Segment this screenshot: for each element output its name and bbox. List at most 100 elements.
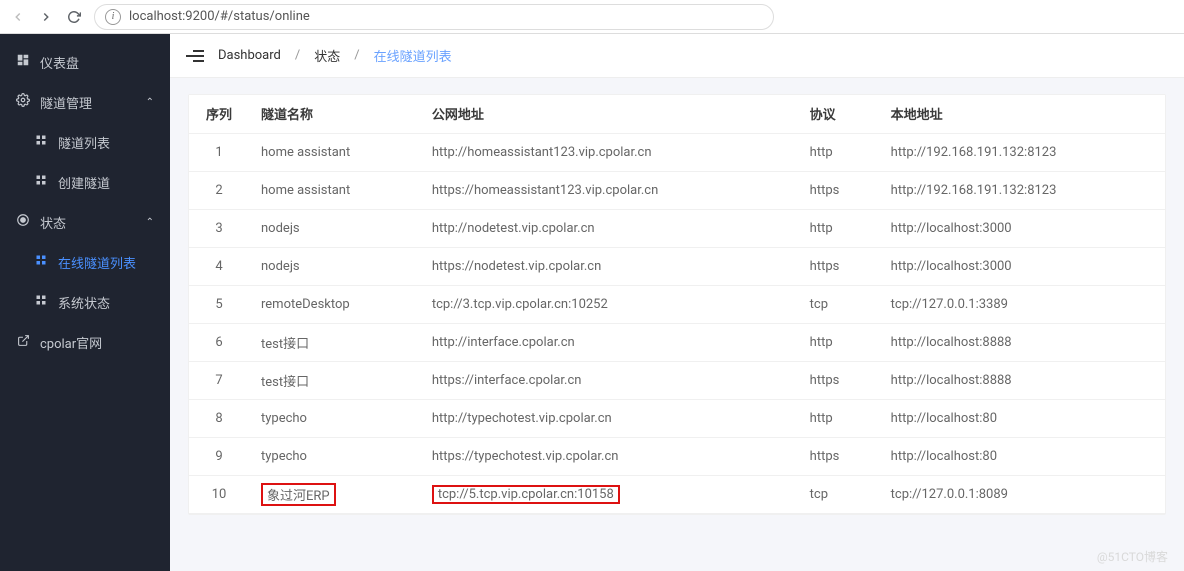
cell-url: tcp://5.tcp.vip.cpolar.cn:10158 [420,475,798,513]
browser-toolbar: i localhost:9200/#/status/online [0,0,1184,34]
cell-local: http://localhost:8888 [879,361,1165,399]
col-proto: 协议 [798,95,879,133]
sidebar-item-label: cpolar官网 [40,333,102,352]
cell-seq: 3 [189,209,249,247]
grid-icon [34,134,48,150]
chevron-up-icon: ⌃ [146,97,154,108]
cell-local: tcp://127.0.0.1:8089 [879,475,1165,513]
cell-name: nodejs [249,247,420,285]
back-icon[interactable] [10,9,26,25]
sidebar-item-label: 隧道列表 [58,133,110,152]
grid-icon [34,174,48,190]
table-row: 5remoteDesktoptcp://3.tcp.vip.cpolar.cn:… [189,285,1165,323]
cell-name: home assistant [249,133,420,171]
breadcrumb-sep: / [354,48,359,63]
cell-local: http://localhost:80 [879,399,1165,437]
chevron-up-icon: ⌃ [146,217,154,228]
cell-seq: 7 [189,361,249,399]
menu-toggle-icon[interactable] [186,50,204,62]
table-row: 10象过河ERPtcp://5.tcp.vip.cpolar.cn:10158t… [189,475,1165,513]
cell-name: home assistant [249,171,420,209]
cell-name: typecho [249,437,420,475]
sidebar-item-6[interactable]: 系统状态 [0,282,170,322]
grid-icon [34,254,48,270]
cell-url: http://interface.cpolar.cn [420,323,798,361]
sidebar-item-label: 状态 [40,213,66,232]
main-area: Dashboard / 状态 / 在线隧道列表 序列 隧道名称 公网地址 协议 … [170,34,1184,571]
cell-url: http://nodetest.vip.cpolar.cn [420,209,798,247]
cell-local: http://localhost:8888 [879,323,1165,361]
cell-proto: https [798,361,879,399]
address-bar[interactable]: i localhost:9200/#/status/online [94,4,774,30]
cell-local: http://localhost:3000 [879,247,1165,285]
cell-proto: https [798,171,879,209]
sidebar-item-7[interactable]: cpolar官网 [0,322,170,362]
cell-seq: 5 [189,285,249,323]
col-url: 公网地址 [420,95,798,133]
cell-proto: tcp [798,285,879,323]
cell-url: https://typechotest.vip.cpolar.cn [420,437,798,475]
cell-name: remoteDesktop [249,285,420,323]
ext-icon [16,334,30,351]
url-text: localhost:9200/#/status/online [129,9,310,24]
col-name: 隧道名称 [249,95,420,133]
reload-icon[interactable] [66,9,82,25]
sidebar-item-label: 隧道管理 [40,93,92,112]
cell-seq: 4 [189,247,249,285]
cell-seq: 1 [189,133,249,171]
gear-icon [16,93,30,111]
sidebar-item-3[interactable]: 创建隧道 [0,162,170,202]
cell-url: https://interface.cpolar.cn [420,361,798,399]
sidebar-item-2[interactable]: 隧道列表 [0,122,170,162]
sidebar-item-label: 创建隧道 [58,173,110,192]
table-row: 2home assistanthttps://homeassistant123.… [189,171,1165,209]
sidebar-item-0[interactable]: 仪表盘 [0,42,170,82]
table-row: 9typechohttps://typechotest.vip.cpolar.c… [189,437,1165,475]
table-row: 3nodejshttp://nodetest.vip.cpolar.cnhttp… [189,209,1165,247]
col-seq: 序列 [189,95,249,133]
cell-seq: 10 [189,475,249,513]
table-row: 7test接口https://interface.cpolar.cnhttpsh… [189,361,1165,399]
app-shell: 仪表盘隧道管理⌃隧道列表创建隧道状态⌃在线隧道列表系统状态cpolar官网 Da… [0,34,1184,571]
sidebar: 仪表盘隧道管理 ⌃ 隧道列表创建隧道状态 ⌃ 在线隧道列表系统状态 cpolar官网 [0,34,170,571]
sidebar-item-label: 仪表盘 [40,53,79,72]
topbar: Dashboard / 状态 / 在线隧道列表 [170,34,1184,78]
cell-proto: http [798,399,879,437]
cell-local: http://localhost:80 [879,437,1165,475]
table-row: 8typechohttp://typechotest.vip.cpolar.cn… [189,399,1165,437]
breadcrumb-sep: / [295,48,300,63]
cell-local: tcp://127.0.0.1:3389 [879,285,1165,323]
table-row: 4nodejshttps://nodetest.vip.cpolar.cnhtt… [189,247,1165,285]
info-icon: i [105,9,121,25]
grid-icon [34,294,48,310]
cell-name: typecho [249,399,420,437]
cell-url: http://typechotest.vip.cpolar.cn [420,399,798,437]
target-icon [16,213,30,231]
sidebar-item-4[interactable]: 状态 ⌃ [0,202,170,242]
breadcrumb-online-tunnels: 在线隧道列表 [374,46,452,65]
cell-url: tcp://3.tcp.vip.cpolar.cn:10252 [420,285,798,323]
cell-local: http://localhost:3000 [879,209,1165,247]
cell-name: test接口 [249,323,420,361]
sidebar-item-5[interactable]: 在线隧道列表 [0,242,170,282]
cell-name: nodejs [249,209,420,247]
sidebar-item-label: 在线隧道列表 [58,253,136,272]
tunnel-table: 序列 隧道名称 公网地址 协议 本地地址 1home assistanthttp… [189,95,1165,514]
cell-local: http://192.168.191.132:8123 [879,133,1165,171]
cell-proto: http [798,323,879,361]
cell-proto: http [798,209,879,247]
dashboard-icon [16,53,30,71]
watermark: @51CTO博客 [1097,548,1168,565]
breadcrumb-dashboard[interactable]: Dashboard [218,48,281,63]
cell-url: https://homeassistant123.vip.cpolar.cn [420,171,798,209]
sidebar-item-1[interactable]: 隧道管理 ⌃ [0,82,170,122]
table-row: 6test接口http://interface.cpolar.cnhttphtt… [189,323,1165,361]
cell-url: http://homeassistant123.vip.cpolar.cn [420,133,798,171]
forward-icon[interactable] [38,9,54,25]
table-header-row: 序列 隧道名称 公网地址 协议 本地地址 [189,95,1165,133]
cell-proto: https [798,437,879,475]
cell-seq: 6 [189,323,249,361]
cell-local: http://192.168.191.132:8123 [879,171,1165,209]
cell-seq: 2 [189,171,249,209]
breadcrumb-status[interactable]: 状态 [314,46,340,65]
